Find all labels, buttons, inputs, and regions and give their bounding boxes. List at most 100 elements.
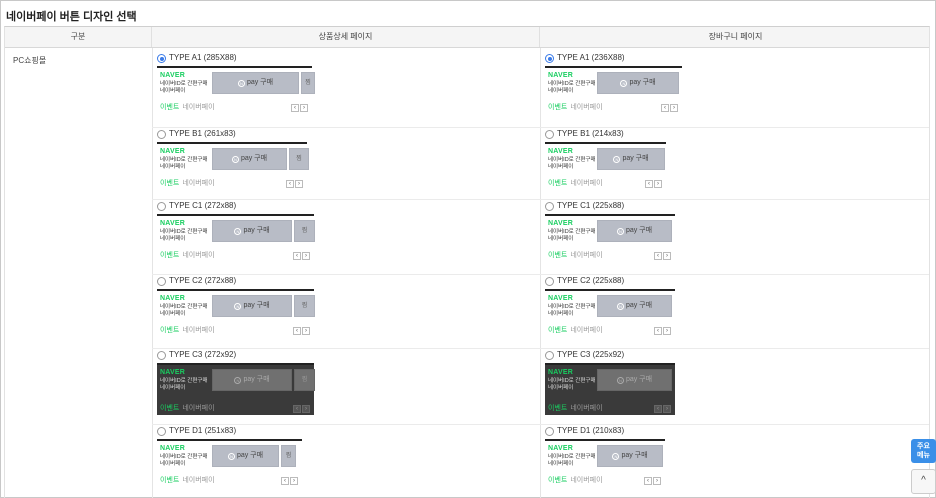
wishlist-button[interactable]: 찜: [301, 72, 315, 94]
event-banner[interactable]: 이벤트 네이버페이: [548, 178, 603, 188]
naverpay-buy-button[interactable]: Npay 구매: [597, 445, 663, 467]
naverpay-button-preview: NAVER 네이버ID로 간편구매 네이버페이 Npay 구매 이벤트 네이버페이 ‹ ›: [545, 142, 666, 190]
cart-option-radio[interactable]: [545, 277, 554, 286]
event-prev-button[interactable]: ‹: [293, 405, 301, 413]
event-next-button[interactable]: ›: [663, 405, 671, 413]
naverpay-buy-button[interactable]: Npay 구매: [597, 220, 672, 242]
event-next-button[interactable]: ›: [290, 477, 298, 485]
detail-option-label: TYPE C2 (272x88): [169, 276, 237, 285]
event-prev-button[interactable]: ‹: [644, 477, 652, 485]
event-prev-button[interactable]: ‹: [654, 327, 662, 335]
event-pager: ‹ ›: [292, 403, 310, 413]
preview-top-border: [157, 66, 312, 68]
naverpay-buy-button[interactable]: Npay 구매: [212, 369, 292, 391]
naverpay-desc-line1: 네이버ID로 간편구매: [160, 378, 208, 384]
event-sub-label: 네이버페이: [570, 327, 603, 334]
event-banner[interactable]: 이벤트 네이버페이: [160, 102, 215, 112]
detail-option-radio[interactable]: [157, 130, 166, 139]
event-next-button[interactable]: ›: [670, 104, 678, 112]
naverpay-desc-line1: 네이버ID로 간편구매: [160, 304, 208, 310]
naverpay-n-icon: N: [620, 79, 628, 87]
event-next-button[interactable]: ›: [653, 477, 661, 485]
naverpay-buy-button[interactable]: Npay 구매: [212, 295, 292, 317]
quick-menu-button[interactable]: 주요 메뉴: [911, 439, 936, 463]
wishlist-button[interactable]: 찜: [281, 445, 296, 467]
wishlist-button[interactable]: 찜: [294, 295, 315, 317]
event-sub-label: 네이버페이: [570, 477, 603, 484]
event-sub-label: 네이버페이: [570, 405, 603, 412]
column-divider: [152, 48, 153, 498]
naverpay-desc-line1: 네이버ID로 간편구매: [160, 229, 208, 235]
naverpay-desc-line2: 네이버페이: [160, 88, 186, 94]
event-banner[interactable]: 이벤트 네이버페이: [160, 325, 215, 335]
event-next-button[interactable]: ›: [302, 327, 310, 335]
event-next-button[interactable]: ›: [663, 327, 671, 335]
event-pager: ‹ ›: [660, 102, 678, 112]
event-prev-button[interactable]: ‹: [654, 405, 662, 413]
event-banner[interactable]: 이벤트 네이버페이: [160, 475, 215, 485]
detail-option-radio[interactable]: [157, 202, 166, 211]
cart-option-radio[interactable]: [545, 427, 554, 436]
event-banner[interactable]: 이벤트 네이버페이: [548, 475, 603, 485]
event-prev-button[interactable]: ‹: [293, 252, 301, 260]
wishlist-button[interactable]: 찜: [294, 220, 315, 242]
detail-option-radio[interactable]: [157, 277, 166, 286]
event-banner[interactable]: 이벤트 네이버페이: [548, 403, 603, 413]
row-separator: [540, 424, 929, 425]
cart-option-radio[interactable]: [545, 54, 554, 63]
wishlist-button[interactable]: 찜: [294, 369, 315, 391]
naverpay-buy-button[interactable]: Npay 구매: [212, 445, 279, 467]
event-banner[interactable]: 이벤트 네이버페이: [548, 250, 603, 260]
row-separator: [152, 424, 540, 425]
event-banner[interactable]: 이벤트 네이버페이: [160, 178, 215, 188]
cart-option-radio[interactable]: [545, 351, 554, 360]
detail-option-radio[interactable]: [157, 54, 166, 63]
naverpay-buy-button[interactable]: Npay 구매: [597, 148, 665, 170]
detail-option-radio[interactable]: [157, 427, 166, 436]
wishlist-button[interactable]: 찜: [289, 148, 309, 170]
event-sub-label: 네이버페이: [570, 252, 603, 259]
naverpay-n-icon: N: [616, 227, 624, 235]
naverpay-n-icon: N: [227, 452, 235, 460]
naverpay-buy-label: pay 구매: [236, 452, 264, 459]
quick-menu-label-line1: 주요: [917, 443, 930, 450]
event-next-button[interactable]: ›: [295, 180, 303, 188]
event-prev-button[interactable]: ‹: [654, 252, 662, 260]
event-banner[interactable]: 이벤트 네이버페이: [548, 102, 603, 112]
event-pager: ‹ ›: [653, 250, 671, 260]
naverpay-buy-label: pay 구매: [625, 227, 653, 234]
event-prev-button[interactable]: ‹: [286, 180, 294, 188]
event-prev-button[interactable]: ‹: [293, 327, 301, 335]
scroll-top-button[interactable]: ^: [911, 469, 936, 494]
event-label: 이벤트: [548, 327, 568, 334]
event-banner[interactable]: 이벤트 네이버페이: [160, 250, 215, 260]
naverpay-buy-button[interactable]: Npay 구매: [212, 148, 287, 170]
event-next-button[interactable]: ›: [663, 252, 671, 260]
naverpay-buy-button[interactable]: Npay 구매: [597, 369, 672, 391]
naverpay-n-icon: N: [616, 376, 624, 384]
event-next-button[interactable]: ›: [302, 252, 310, 260]
naverpay-desc-line1: 네이버ID로 간편구매: [548, 304, 596, 310]
preview-top-border: [545, 439, 665, 441]
event-next-button[interactable]: ›: [654, 180, 662, 188]
naverpay-buy-button[interactable]: Npay 구매: [212, 72, 299, 94]
preview-top-border: [157, 142, 307, 144]
cart-option-label: TYPE B1 (214x83): [557, 129, 624, 138]
cart-option-radio[interactable]: [545, 130, 554, 139]
event-banner[interactable]: 이벤트 네이버페이: [160, 403, 215, 413]
cart-option-radio[interactable]: [545, 202, 554, 211]
event-next-button[interactable]: ›: [302, 405, 310, 413]
event-prev-button[interactable]: ‹: [291, 104, 299, 112]
event-prev-button[interactable]: ‹: [661, 104, 669, 112]
quick-menu-label-line2: 메뉴: [917, 452, 930, 459]
naverpay-buy-button[interactable]: Npay 구매: [597, 295, 672, 317]
naver-logo: NAVER: [160, 369, 185, 376]
event-next-button[interactable]: ›: [300, 104, 308, 112]
detail-option-radio[interactable]: [157, 351, 166, 360]
naverpay-buy-button[interactable]: Npay 구매: [212, 220, 292, 242]
event-prev-button[interactable]: ‹: [281, 477, 289, 485]
event-banner[interactable]: 이벤트 네이버페이: [548, 325, 603, 335]
event-label: 이벤트: [548, 180, 568, 187]
naverpay-buy-button[interactable]: Npay 구매: [597, 72, 679, 94]
event-prev-button[interactable]: ‹: [645, 180, 653, 188]
